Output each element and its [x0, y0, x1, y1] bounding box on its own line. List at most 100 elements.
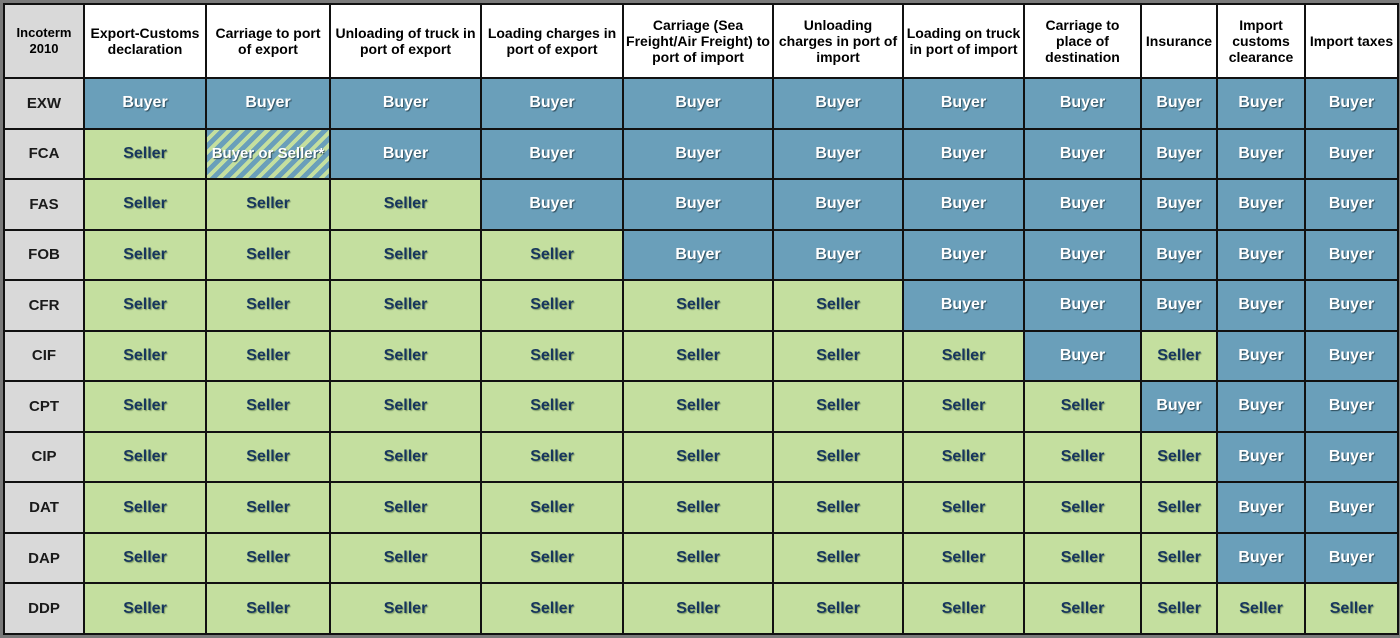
- buyer-cell: Buyer: [622, 228, 774, 282]
- column-header: Unloading of truck in port of export: [329, 3, 482, 79]
- seller-cell: Seller: [902, 531, 1025, 585]
- seller-cell: Seller: [772, 582, 904, 635]
- column-header: Export-Customs declaration: [83, 3, 207, 79]
- table-row: FCA Seller Buyer or Seller* Buyer Buyer Buyer…: [3, 127, 1399, 181]
- seller-cell: Seller: [480, 329, 624, 383]
- seller-cell: Seller: [1023, 531, 1142, 585]
- table-row: CIF Seller Seller Seller Seller Seller Seller S…: [3, 329, 1399, 383]
- seller-cell: Seller: [480, 481, 624, 534]
- incoterm-label: CPT: [3, 380, 85, 433]
- column-header: Loading on truck in port of import: [902, 3, 1025, 79]
- seller-cell: Seller: [329, 531, 482, 585]
- table-row: DDP Seller Seller Seller Seller Seller Seller S…: [3, 582, 1399, 635]
- column-header: Carriage to place of destination: [1023, 3, 1142, 79]
- buyer-cell: Buyer: [1140, 127, 1218, 181]
- table-row: CFR Seller Seller Seller Seller Seller Seller B…: [3, 279, 1399, 332]
- seller-cell: Seller: [1140, 481, 1218, 534]
- column-header: Import taxes: [1304, 3, 1399, 79]
- buyer-cell: Buyer: [1304, 279, 1399, 332]
- table-row: CPT Seller Seller Seller Seller Seller Seller S…: [3, 380, 1399, 433]
- seller-cell: Seller: [902, 481, 1025, 534]
- buyer-cell: Buyer: [1140, 380, 1218, 433]
- table-body: EXW Buyer Buyer Buyer Buyer Buyer Buyer Buyer Bu…: [3, 77, 1399, 635]
- incoterm-label: DAT: [3, 481, 85, 534]
- table-row: FOB Seller Seller Seller Seller Buyer Buyer Buy…: [3, 228, 1399, 282]
- buyer-cell: Buyer: [772, 228, 904, 282]
- buyer-cell: Buyer: [1216, 279, 1306, 332]
- seller-cell: Seller: [83, 178, 207, 231]
- seller-cell: Seller: [83, 430, 207, 484]
- seller-cell: Seller: [622, 329, 774, 383]
- seller-cell: Seller: [622, 531, 774, 585]
- seller-cell: Seller: [772, 380, 904, 433]
- buyer-cell: Buyer: [902, 77, 1025, 130]
- buyer-cell: Buyer: [1304, 430, 1399, 484]
- incoterm-label: DAP: [3, 531, 85, 585]
- seller-cell: Seller: [205, 228, 331, 282]
- seller-cell: Seller: [329, 228, 482, 282]
- seller-cell: Seller: [902, 329, 1025, 383]
- seller-cell: Seller: [205, 178, 331, 231]
- seller-cell: Seller: [83, 582, 207, 635]
- buyer-cell: Buyer: [622, 127, 774, 181]
- table-row: DAT Seller Seller Seller Seller Seller Seller S…: [3, 481, 1399, 534]
- cell-text: Buyer or Seller*: [211, 144, 325, 162]
- header-row: Incoterm 2010 Export-Customs declaration…: [3, 3, 1399, 79]
- seller-cell: Seller: [329, 582, 482, 635]
- buyer-cell: Buyer: [772, 127, 904, 181]
- seller-cell: Seller: [1023, 481, 1142, 534]
- buyer-or-seller-cell: Buyer or Seller*: [205, 127, 331, 181]
- buyer-cell: Buyer: [622, 77, 774, 130]
- seller-cell: Seller: [622, 481, 774, 534]
- buyer-cell: Buyer: [480, 178, 624, 231]
- seller-cell: Seller: [329, 380, 482, 433]
- buyer-cell: Buyer: [1216, 531, 1306, 585]
- seller-cell: Seller: [772, 481, 904, 534]
- seller-cell: Seller: [772, 531, 904, 585]
- buyer-cell: Buyer: [1216, 481, 1306, 534]
- buyer-cell: Buyer: [1216, 329, 1306, 383]
- seller-cell: Seller: [205, 380, 331, 433]
- buyer-cell: Buyer: [1023, 77, 1142, 130]
- column-header: Import customs clearance: [1216, 3, 1306, 79]
- buyer-cell: Buyer: [1216, 380, 1306, 433]
- seller-cell: Seller: [622, 279, 774, 332]
- buyer-cell: Buyer: [1216, 228, 1306, 282]
- table-row: CIP Seller Seller Seller Seller Seller Seller S…: [3, 430, 1399, 484]
- seller-cell: Seller: [902, 380, 1025, 433]
- seller-cell: Seller: [329, 329, 482, 383]
- seller-cell: Seller: [83, 228, 207, 282]
- seller-cell: Seller: [480, 380, 624, 433]
- seller-cell: Seller: [480, 531, 624, 585]
- table-row: DAP Seller Seller Seller Seller Seller Seller S…: [3, 531, 1399, 585]
- seller-cell: Seller: [1216, 582, 1306, 635]
- buyer-cell: Buyer: [480, 127, 624, 181]
- incoterm-label: FOB: [3, 228, 85, 282]
- seller-cell: Seller: [1140, 582, 1218, 635]
- buyer-cell: Buyer: [1304, 481, 1399, 534]
- seller-cell: Seller: [480, 228, 624, 282]
- seller-cell: Seller: [1140, 430, 1218, 484]
- seller-cell: Seller: [1023, 582, 1142, 635]
- buyer-cell: Buyer: [1216, 77, 1306, 130]
- incoterm-label: DDP: [3, 582, 85, 635]
- seller-cell: Seller: [902, 430, 1025, 484]
- buyer-cell: Buyer: [1304, 127, 1399, 181]
- buyer-cell: Buyer: [329, 127, 482, 181]
- buyer-cell: Buyer: [1304, 329, 1399, 383]
- buyer-cell: Buyer: [772, 178, 904, 231]
- incoterms-table: Incoterm 2010 Export-Customs declaration…: [3, 3, 1399, 635]
- column-header: Unloading charges in port of import: [772, 3, 904, 79]
- buyer-cell: Buyer: [329, 77, 482, 130]
- seller-cell: Seller: [772, 430, 904, 484]
- seller-cell: Seller: [205, 329, 331, 383]
- seller-cell: Seller: [622, 380, 774, 433]
- buyer-cell: Buyer: [1304, 380, 1399, 433]
- buyer-cell: Buyer: [1023, 228, 1142, 282]
- buyer-cell: Buyer: [1216, 178, 1306, 231]
- seller-cell: Seller: [329, 178, 482, 231]
- seller-cell: Seller: [83, 329, 207, 383]
- seller-cell: Seller: [1140, 329, 1218, 383]
- table-row: EXW Buyer Buyer Buyer Buyer Buyer Buyer Buyer Bu…: [3, 77, 1399, 130]
- seller-cell: Seller: [205, 279, 331, 332]
